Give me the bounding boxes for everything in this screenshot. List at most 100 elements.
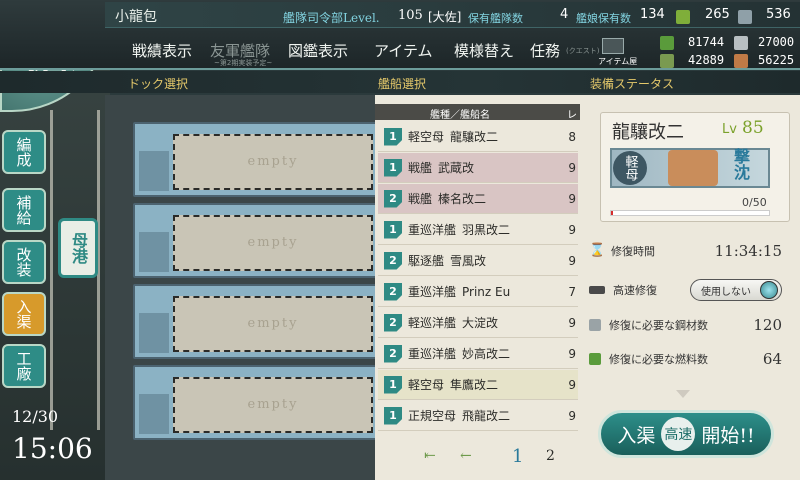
dock-slot-1[interactable]: empty	[133, 122, 389, 197]
ship-row[interactable]: 1 正規空母 飛龍改二 9	[378, 401, 578, 431]
steel-icon	[589, 319, 601, 331]
ship-count-label: 艦娘保有数	[576, 12, 631, 25]
side-btn-remodel[interactable]: 改装	[2, 240, 46, 284]
dock-slot-frame: empty	[173, 215, 373, 271]
dock-slot-frame: empty	[173, 296, 373, 352]
dock-slot-4[interactable]: empty	[133, 365, 389, 440]
ship-type: 軽空母	[408, 130, 445, 144]
fleet-number-icon: 1	[384, 127, 402, 146]
bucket-count: 265	[705, 7, 730, 22]
first-page-icon[interactable]: ⇤	[424, 448, 436, 464]
main-menu: 戦績表示 友軍艦隊 ~第2期実装予定~ 図鑑表示 アイテム 模様替え 任務 (ク…	[120, 34, 600, 68]
fuel-cost-label: 修復に必要な燃料数	[609, 353, 708, 366]
hourglass-icon: ⌛	[589, 243, 606, 258]
fuel-icon	[660, 36, 674, 50]
ship-row[interactable]: 2 重巡洋艦 Prinz Eu 7	[378, 277, 578, 307]
side-btn-arsenal[interactable]: 工廠	[2, 344, 46, 388]
fleet-number-icon: 2	[384, 344, 402, 363]
port-skyline-icon	[139, 394, 169, 434]
bucket-icon	[676, 10, 690, 24]
side-btn-supply[interactable]: 補給	[2, 188, 46, 232]
menu-encyclopedia[interactable]: 図鑑表示	[288, 40, 348, 61]
fleet-number-icon: 1	[384, 375, 402, 394]
side-btn-dock[interactable]: 入渠	[2, 292, 46, 336]
fleet-number-icon: 1	[384, 220, 402, 239]
ship-level: 7	[568, 284, 576, 299]
bauxite-icon	[734, 54, 748, 68]
ship-list-header: 艦種／艦船名 レ	[375, 104, 580, 121]
ship-name: 榛名改二	[438, 192, 487, 206]
return-port-button[interactable]: 母港	[58, 218, 98, 278]
fleet-number-icon: 2	[384, 251, 402, 270]
ship-level: 9	[568, 191, 576, 206]
admiral-rank: [大佐]	[428, 10, 462, 24]
steel-cost-label: 修復に必要な鋼材数	[609, 319, 708, 332]
ship-name: Prinz Eu	[462, 284, 511, 299]
bauxite-value: 56225	[758, 53, 795, 67]
dock-empty-label: empty	[247, 154, 299, 169]
ship-silhouette-icon	[589, 286, 605, 294]
fast-repair-badge-icon: 高速	[661, 417, 696, 451]
dock-slot-frame: empty	[173, 377, 373, 433]
ship-type: 正規空母	[408, 409, 457, 423]
fuel-cost-row: 修復に必要な燃料数 64	[585, 345, 790, 373]
fuel-value: 81744	[688, 35, 725, 49]
ship-level: 8	[568, 129, 576, 144]
menu-quests[interactable]: 任務	[530, 40, 560, 61]
ship-row[interactable]: 2 重巡洋艦 妙高改二 9	[378, 339, 578, 369]
page-2[interactable]: 2	[546, 448, 555, 464]
ship-name: 武蔵改	[438, 161, 475, 175]
date-display: 12/30	[12, 407, 59, 426]
port-skyline-icon	[139, 313, 169, 353]
ship-name: 羽黒改二	[462, 223, 511, 237]
menu-quest-sub: (クエスト)	[566, 47, 600, 55]
menu-furniture[interactable]: 模様替え	[454, 40, 514, 61]
ship-level: 9	[568, 408, 576, 423]
ship-section-title: 艦船選択	[378, 77, 427, 91]
ship-row[interactable]: 2 戦艦 榛名改二 9	[378, 184, 578, 214]
ship-level: 9	[568, 346, 576, 361]
ship-name: 飛龍改二	[462, 409, 511, 423]
start-label-left: 入渠	[617, 424, 656, 447]
fleet-number-icon: 1	[384, 406, 402, 425]
ship-row[interactable]: 1 軽空母 隼鷹改二 9	[378, 370, 578, 400]
dock-empty-label: empty	[247, 235, 299, 250]
menu-items[interactable]: アイテム	[374, 40, 433, 61]
toggle-knob-icon[interactable]	[760, 281, 778, 299]
page-1[interactable]: 1	[512, 446, 523, 467]
ship-level: 9	[568, 222, 576, 237]
ship-name: 龍驤改二	[450, 130, 499, 144]
fleet-count-value: 4	[560, 7, 569, 22]
ship-row[interactable]: 2 軽巡洋艦 大淀改 9	[378, 308, 578, 338]
dock-slot-3[interactable]: empty	[133, 284, 389, 359]
menu-records[interactable]: 戦績表示	[132, 40, 192, 61]
ship-type: 重巡洋艦	[408, 223, 457, 237]
ship-level: 9	[568, 160, 576, 175]
ship-level: 9	[568, 315, 576, 330]
dev-material-count: 536	[766, 7, 791, 22]
resource-panel: 81744 42889 27000 56225	[600, 30, 800, 70]
selected-ship-name: 龍驤改二	[612, 122, 684, 143]
dock-slot-2[interactable]: empty	[133, 203, 389, 278]
damage-state-tag: 撃沈	[731, 148, 750, 180]
start-repair-button[interactable]: 入渠 高速 開始!!	[598, 410, 774, 458]
ship-row[interactable]: 1 戦艦 武蔵改 9	[378, 153, 578, 183]
dock-section-title: ドック選択	[128, 77, 189, 91]
side-btn-organize[interactable]: 編成	[2, 130, 46, 174]
ship-row[interactable]: 2 駆逐艦 雪風改 9	[378, 246, 578, 276]
steel-icon	[734, 36, 748, 50]
steel-cost-value: 120	[753, 316, 782, 334]
hq-level-label: 艦隊司令部Level.	[283, 11, 380, 25]
dock-empty-label: empty	[247, 316, 299, 331]
repair-time-row: ⌛ 修復時間 11:34:15	[585, 237, 790, 265]
pagination: ⇤ ← 1 2	[378, 440, 578, 470]
ship-row[interactable]: 1 軽空母 龍驤改二 8	[378, 122, 578, 152]
fuel-cost-value: 64	[762, 350, 782, 368]
dev-material-icon	[738, 10, 752, 24]
ship-type: 軽空母	[408, 378, 445, 392]
prev-page-icon[interactable]: ←	[460, 448, 472, 464]
header-level: レ	[567, 110, 577, 121]
selected-ship-level: 85	[742, 118, 764, 138]
ship-row[interactable]: 1 重巡洋艦 羽黒改二 9	[378, 215, 578, 245]
repair-time-value: 11:34:15	[714, 242, 782, 260]
